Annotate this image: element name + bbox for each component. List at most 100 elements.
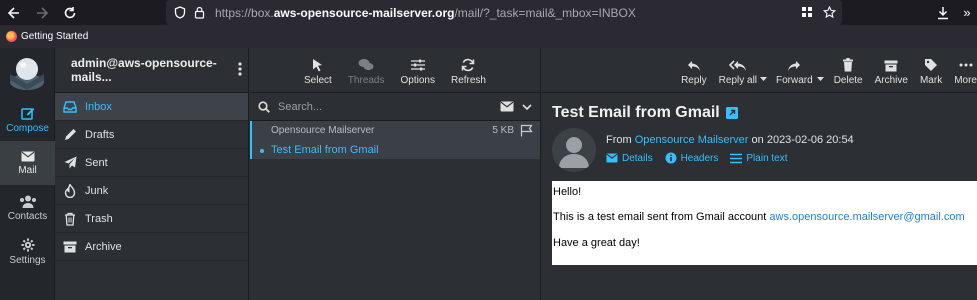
folder-label: Inbox (85, 100, 112, 113)
arrow-right-icon (37, 6, 49, 19)
subject-text: Test Email from Gmail (552, 104, 720, 121)
paper-plane-icon (63, 156, 77, 169)
users-icon (19, 195, 36, 208)
lines-icon (730, 153, 743, 163)
folder-drafts[interactable]: Drafts (55, 121, 248, 149)
search-input[interactable] (278, 100, 492, 113)
folder-trash[interactable]: Trash (55, 205, 248, 233)
compose-label: Compose (6, 123, 49, 134)
reply-label: Reply (681, 75, 707, 86)
archive-button[interactable]: Archive (870, 60, 913, 86)
compose-icon (20, 108, 34, 120)
body-line: This is a test email sent from Gmail acc… (553, 210, 976, 224)
back-button[interactable] (0, 0, 28, 25)
forward-button[interactable]: Forward (771, 60, 827, 86)
body-text: This is a test email sent from Gmail acc… (553, 211, 767, 224)
sender-link[interactable]: Opensource Mailserver (635, 134, 749, 146)
url-text: https://box.aws-opensource-mailserver.or… (215, 5, 636, 20)
caret-down-icon[interactable] (760, 77, 768, 81)
grid-icon[interactable] (801, 6, 813, 18)
plain-text-label: Plain text (746, 152, 788, 164)
contacts-nav-button[interactable]: Contacts (0, 186, 55, 230)
envelope-icon[interactable] (500, 101, 514, 112)
tag-icon (925, 59, 938, 71)
star-icon[interactable] (823, 6, 836, 19)
plain-text-link[interactable]: Plain text (730, 152, 788, 164)
folder-archive[interactable]: Archive (55, 233, 248, 261)
trash-icon (843, 58, 854, 72)
mark-label: Mark (919, 75, 943, 86)
flag-icon[interactable] (520, 124, 534, 140)
email-link[interactable]: aws.opensource.mailserver@gmail.com (769, 211, 964, 223)
folder-pane: admin@aws-opensource-mails... Inbox Draf… (55, 48, 249, 300)
forward-nav-button[interactable] (28, 0, 56, 25)
roundcube-logo[interactable] (7, 52, 47, 92)
account-header: admin@aws-opensource-mails... (55, 48, 248, 93)
message-list-pane: Select Threads Options Refresh Opensourc… (250, 48, 541, 300)
fire-icon (63, 183, 77, 198)
open-in-window-icon[interactable] (725, 107, 738, 119)
mark-button[interactable]: Mark (915, 58, 947, 86)
shield-icon (174, 6, 186, 19)
options-label: Options (400, 75, 435, 86)
folder-label: Sent (85, 156, 108, 169)
gear-icon (21, 238, 34, 252)
folder-label: Junk (85, 184, 109, 197)
reply-all-button[interactable]: Reply all (714, 60, 769, 86)
archive-icon (884, 60, 898, 72)
message-row[interactable]: Opensource Mailserver 5 KB Test Email fr… (250, 121, 540, 159)
info-icon (665, 152, 677, 164)
overflow-menu-button[interactable]: » (957, 0, 977, 25)
body-closing: Have a great day! (553, 236, 640, 249)
url-bar[interactable]: https://box.aws-opensource-mailserver.or… (166, 0, 842, 25)
folder-inbox[interactable]: Inbox (55, 93, 248, 121)
forward-label: Forward (776, 75, 813, 86)
sliders-icon (410, 59, 425, 71)
folder-sent[interactable]: Sent (55, 149, 248, 177)
cursor-icon (312, 59, 322, 72)
options-button[interactable]: Options (395, 58, 441, 86)
folder-junk[interactable]: Junk (55, 177, 248, 205)
caret-down-icon[interactable] (816, 77, 824, 81)
details-link[interactable]: Details (606, 152, 653, 164)
arrow-left-icon (7, 6, 19, 19)
threads-button[interactable]: Threads (342, 58, 391, 86)
archive-label: Archive (874, 75, 908, 86)
bookmark-getting-started[interactable]: Getting Started (6, 31, 88, 42)
avatar (552, 128, 596, 172)
header-links: Details Headers Plain text (606, 152, 788, 164)
account-menu-icon[interactable] (238, 62, 242, 79)
reply-button[interactable]: Reply (676, 60, 712, 86)
more-icon (959, 63, 973, 67)
bookmark-label: Getting Started (21, 31, 89, 42)
reply-icon (687, 61, 700, 71)
refresh-button[interactable]: Refresh (445, 58, 492, 86)
browser-toolbar: https://box.aws-opensource-mailserver.or… (0, 0, 977, 25)
more-button[interactable]: More (949, 58, 977, 86)
bookmarks-bar: Getting Started (0, 25, 977, 48)
downloads-button[interactable] (929, 0, 957, 25)
folder-label: Trash (85, 212, 113, 225)
headers-label: Headers (680, 152, 719, 164)
refresh-icon (462, 58, 475, 72)
reload-button[interactable] (56, 0, 84, 25)
mail-nav-button[interactable]: Mail (0, 141, 55, 185)
nav-rail: Compose Mail Contacts Settings (0, 48, 55, 300)
select-button[interactable]: Select (298, 58, 338, 86)
envelope-icon (21, 151, 34, 161)
select-label: Select (304, 75, 332, 86)
compose-button[interactable]: Compose (0, 98, 55, 142)
body-greeting: Hello! (553, 186, 582, 198)
message-subject-heading: Test Email from Gmail (552, 104, 738, 122)
trash-icon (63, 212, 77, 226)
details-label: Details (622, 152, 653, 164)
chevron-down-icon[interactable] (522, 103, 532, 111)
reload-icon (64, 6, 76, 18)
archive-icon (63, 241, 77, 253)
headers-link[interactable]: Headers (665, 152, 719, 164)
from-prefix: From (606, 134, 632, 146)
contacts-label: Contacts (7, 210, 48, 222)
folder-label: Archive (85, 240, 122, 253)
settings-nav-button[interactable]: Settings (0, 230, 55, 274)
delete-button[interactable]: Delete (829, 58, 868, 86)
